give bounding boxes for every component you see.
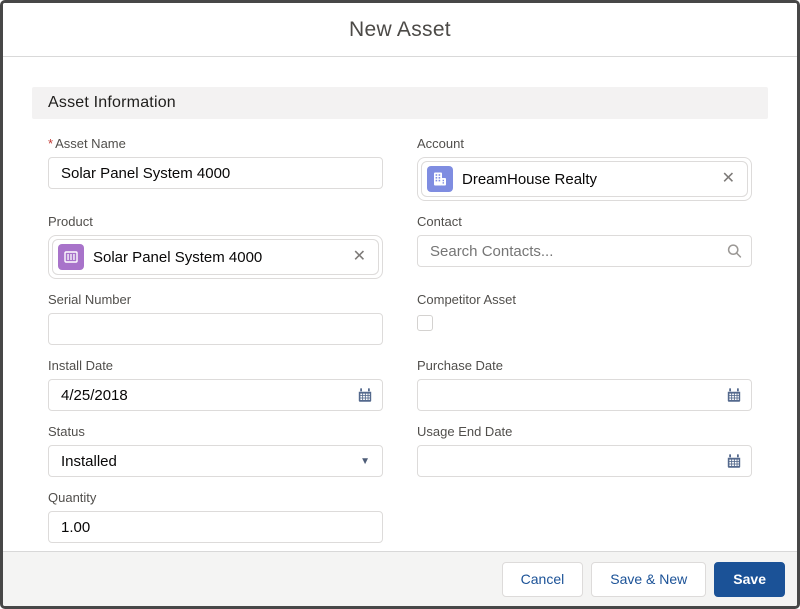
status-field: Status Installed ▼ — [48, 423, 383, 477]
serial-number-field: Serial Number — [48, 291, 383, 345]
calendar-icon[interactable] — [357, 387, 373, 403]
product-pill[interactable]: Solar Panel System 4000 ✕ — [52, 239, 379, 275]
product-field: Product Solar Panel System 4000 ✕ — [48, 213, 383, 279]
asset-name-label: * Asset Name — [48, 136, 126, 151]
product-label: Product — [48, 214, 93, 229]
account-label: Account — [417, 136, 464, 151]
section-asset-information: Asset Information — [32, 87, 768, 119]
new-asset-modal: New Asset Asset Information * Asset Name … — [0, 0, 800, 609]
purchase-date-field: Purchase Date — [417, 357, 752, 411]
modal-body: Asset Information *Asset Name Account — [3, 57, 797, 551]
account-icon — [427, 166, 453, 192]
serial-number-input[interactable] — [48, 313, 383, 345]
form-area: *Asset Name Account DreamHouse Realty ✕ — [3, 119, 797, 543]
asset-name-field: * Asset Name — [48, 135, 383, 201]
serial-number-label: Serial Number — [48, 292, 132, 307]
competitor-asset-checkbox[interactable] — [417, 315, 433, 331]
purchase-date-label: Purchase Date — [417, 358, 503, 373]
modal-header: New Asset — [3, 3, 797, 57]
account-pill-label: DreamHouse Realty — [462, 170, 598, 188]
status-value: Installed — [61, 452, 117, 470]
contact-search-input[interactable] — [417, 235, 752, 267]
required-asterisk: * — [48, 136, 54, 151]
account-clear-icon[interactable]: ✕ — [720, 169, 737, 189]
account-field: Account DreamHouse Realty ✕ — [417, 135, 752, 201]
install-date-label: Install Date — [48, 358, 114, 373]
section-title: Asset Information — [48, 94, 176, 111]
competitor-asset-field: Competitor Asset — [417, 291, 752, 345]
usage-end-date-input[interactable] — [417, 445, 752, 477]
contact-label: Contact — [417, 214, 462, 229]
contact-input-wrap — [417, 235, 752, 267]
purchase-date-input[interactable] — [417, 379, 752, 411]
status-label: Status — [48, 424, 85, 439]
form-row-1: *Asset Name Account DreamHouse Realty ✕ — [48, 135, 752, 201]
quantity-input[interactable] — [48, 511, 383, 543]
quantity-field: Quantity — [48, 489, 383, 543]
form-row-4: Install Date Purchase Date — [48, 357, 752, 411]
cancel-button[interactable]: Cancel — [501, 561, 584, 597]
usage-end-date-field: Usage End Date — [417, 423, 752, 477]
usage-end-date-wrap — [417, 445, 752, 477]
status-select[interactable]: Installed ▼ — [48, 445, 383, 477]
modal-footer: Cancel Save & New Save — [3, 551, 797, 606]
chevron-down-icon: ▼ — [360, 455, 370, 467]
form-row-3: Serial Number Competitor Asset — [48, 291, 752, 345]
empty-cell — [417, 489, 752, 543]
form-row-5: Status Installed ▼ Usage End Date — [48, 423, 752, 477]
modal-title: New Asset — [349, 17, 451, 41]
form-row-6: Quantity — [48, 489, 752, 543]
product-icon — [58, 244, 84, 270]
contact-field: Contact — [417, 213, 752, 279]
install-date-wrap — [48, 379, 383, 411]
save-and-new-button[interactable]: Save & New — [591, 561, 707, 597]
account-lookup[interactable]: DreamHouse Realty ✕ — [417, 157, 752, 201]
competitor-asset-label: Competitor Asset — [417, 292, 516, 307]
quantity-label: Quantity — [48, 490, 97, 505]
purchase-date-wrap — [417, 379, 752, 411]
product-lookup[interactable]: Solar Panel System 4000 ✕ — [48, 235, 383, 279]
account-pill[interactable]: DreamHouse Realty ✕ — [421, 161, 748, 197]
install-date-field: Install Date — [48, 357, 383, 411]
calendar-icon[interactable] — [726, 387, 742, 403]
asset-name-input[interactable] — [48, 157, 383, 189]
product-clear-icon[interactable]: ✕ — [351, 247, 368, 267]
form-row-2: Product Solar Panel System 4000 ✕ Contac… — [48, 213, 752, 279]
install-date-input[interactable] — [48, 379, 383, 411]
save-button[interactable]: Save — [714, 561, 785, 597]
search-icon — [727, 244, 742, 259]
calendar-icon[interactable] — [726, 453, 742, 469]
usage-end-date-label: Usage End Date — [417, 424, 513, 439]
product-pill-label: Solar Panel System 4000 — [93, 248, 263, 266]
